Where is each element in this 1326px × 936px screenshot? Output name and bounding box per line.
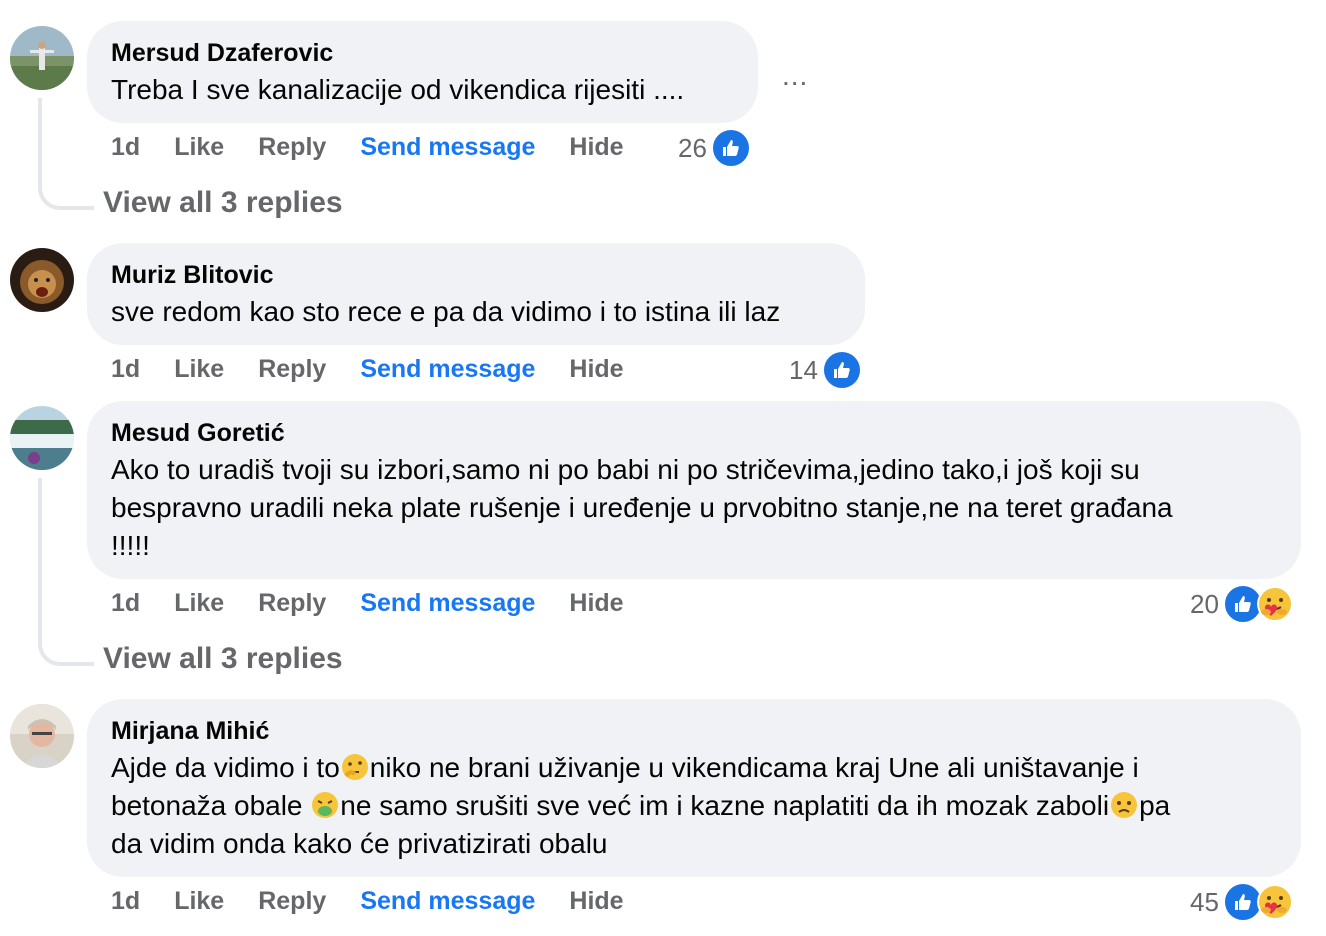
comment-actions: 1d Like Reply Send message Hide xyxy=(111,351,658,387)
reply-button[interactable]: Reply xyxy=(258,589,326,618)
comment-text: Ako to uradiš tvoji su izbori,samo ni po… xyxy=(111,451,1277,565)
comment-bubble: Mirjana Mihić Ajde da vidimo i to niko n… xyxy=(87,699,1301,877)
nauseated-face-icon xyxy=(312,792,339,818)
hide-button[interactable]: Hide xyxy=(569,133,623,162)
thread-connector xyxy=(38,478,94,666)
send-message-button[interactable]: Send message xyxy=(360,887,535,916)
comment-text-segment: niko ne brani uživanje u vikendicama kra… xyxy=(369,752,1139,783)
care-reaction-icon xyxy=(1256,586,1293,622)
thread-connector xyxy=(38,98,94,210)
like-button[interactable]: Like xyxy=(174,589,224,618)
avatar[interactable] xyxy=(10,248,74,312)
comment-text: Ajde da vidimo i to niko ne brani uživan… xyxy=(111,749,1277,863)
reaction-summary[interactable]: 45 xyxy=(1190,882,1293,922)
view-replies-link[interactable]: View all 3 replies xyxy=(103,642,343,676)
comment-text-line: da vidim onda kako će privatizirati obal… xyxy=(111,828,608,859)
worried-face-icon xyxy=(1111,792,1138,818)
comment-author[interactable]: Mersud Dzaferovic xyxy=(111,37,734,69)
send-message-button[interactable]: Send message xyxy=(360,355,535,384)
comment-author[interactable]: Mirjana Mihić xyxy=(111,715,1277,747)
view-replies-link[interactable]: View all 3 replies xyxy=(103,186,343,220)
comment-text-line: bespravno uradili neka plate rušenje i u… xyxy=(111,492,1173,523)
comment-text-line: betonaža obale ne samo srušiti sve već i… xyxy=(111,787,1277,825)
comment-timestamp[interactable]: 1d xyxy=(111,887,140,916)
comment-bubble: Muriz Blitovic sve redom kao sto rece e … xyxy=(87,243,865,345)
thinking-face-icon xyxy=(341,754,368,780)
comment-author[interactable]: Mesud Goretić xyxy=(111,417,1277,449)
reaction-count: 26 xyxy=(678,132,707,163)
comment-actions: 1d Like Reply Send message Hide xyxy=(111,883,658,919)
like-button[interactable]: Like xyxy=(174,355,224,384)
comment-text-line: Ako to uradiš tvoji su izbori,samo ni po… xyxy=(111,454,1140,485)
reaction-count: 14 xyxy=(789,354,818,385)
like-reaction-icon xyxy=(710,128,751,168)
hide-button[interactable]: Hide xyxy=(569,355,623,384)
comment-text-segment: pa xyxy=(1139,790,1171,821)
comment-text-line: !!!!! xyxy=(111,530,150,561)
avatar[interactable] xyxy=(10,704,74,768)
comment-timestamp[interactable]: 1d xyxy=(111,133,140,162)
hide-button[interactable]: Hide xyxy=(569,589,623,618)
comment-timestamp[interactable]: 1d xyxy=(111,589,140,618)
comment-author[interactable]: Muriz Blitovic xyxy=(111,259,841,291)
reaction-summary[interactable]: 26 xyxy=(678,128,751,168)
comment-actions: 1d Like Reply Send message Hide xyxy=(111,585,658,621)
reaction-summary[interactable]: 20 xyxy=(1190,584,1293,624)
reply-button[interactable]: Reply xyxy=(258,887,326,916)
comment-bubble: Mesud Goretić Ako to uradiš tvoji su izb… xyxy=(87,401,1301,579)
more-options-icon[interactable]: ... xyxy=(782,60,808,92)
reaction-summary[interactable]: 14 xyxy=(789,350,862,390)
comment-text-line: Ajde da vidimo i to niko ne brani uživan… xyxy=(111,749,1277,787)
comment-text: sve redom kao sto rece e pa da vidimo i … xyxy=(111,296,781,327)
like-reaction-icon xyxy=(821,350,862,390)
comment-actions: 1d Like Reply Send message Hide xyxy=(111,129,658,165)
send-message-button[interactable]: Send message xyxy=(360,133,535,162)
like-button[interactable]: Like xyxy=(174,887,224,916)
hide-button[interactable]: Hide xyxy=(569,887,623,916)
avatar[interactable] xyxy=(10,26,74,90)
send-message-button[interactable]: Send message xyxy=(360,589,535,618)
comment-bubble: Mersud Dzaferovic Treba I sve kanalizaci… xyxy=(87,21,758,123)
reply-button[interactable]: Reply xyxy=(258,133,326,162)
like-button[interactable]: Like xyxy=(174,133,224,162)
reaction-count: 20 xyxy=(1190,588,1219,619)
reaction-count: 45 xyxy=(1190,886,1219,917)
comment-timestamp[interactable]: 1d xyxy=(111,355,140,384)
reply-button[interactable]: Reply xyxy=(258,355,326,384)
avatar[interactable] xyxy=(10,406,74,470)
comment-text-segment: ne samo srušiti sve već im i kazne napla… xyxy=(340,790,1110,821)
care-reaction-icon xyxy=(1256,884,1293,920)
comment-text: Treba I sve kanalizacije od vikendica ri… xyxy=(111,74,685,105)
comment-text-segment: Ajde da vidimo i to xyxy=(111,752,340,783)
comment-text-segment: betonaža obale xyxy=(111,790,311,821)
